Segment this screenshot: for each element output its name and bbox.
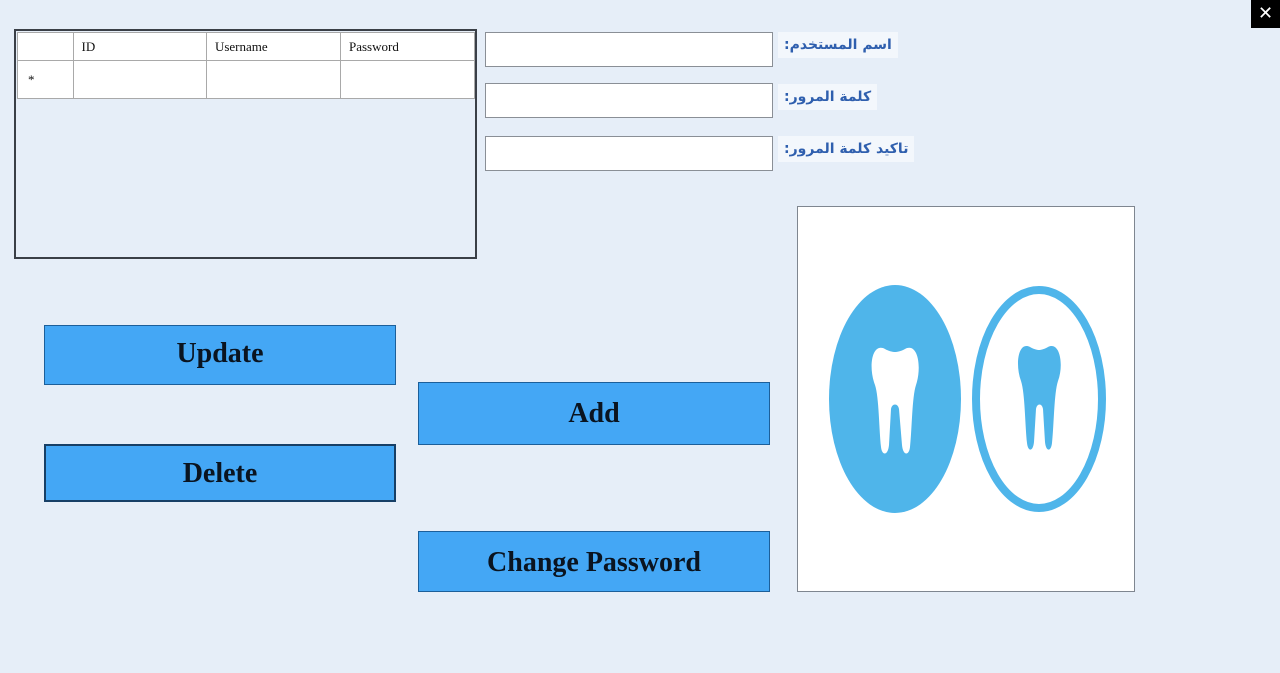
username-input[interactable] bbox=[485, 32, 773, 67]
row-header-column bbox=[17, 32, 74, 61]
delete-button[interactable]: Delete bbox=[44, 444, 396, 502]
confirm-password-label: تاكيد كلمة المرور: bbox=[778, 136, 915, 162]
column-header-username[interactable]: Username bbox=[205, 32, 341, 61]
username-label: اسم المستخدم: bbox=[778, 32, 898, 58]
confirm-password-input[interactable] bbox=[485, 136, 773, 171]
change-password-button[interactable]: Change Password bbox=[418, 531, 770, 592]
new-row-marker[interactable]: * bbox=[17, 60, 74, 99]
users-data-grid[interactable]: ID Username Password * bbox=[14, 29, 477, 259]
table-row-new[interactable]: * bbox=[17, 60, 476, 99]
update-button[interactable]: Update bbox=[44, 325, 396, 385]
cell-username[interactable] bbox=[205, 60, 341, 99]
password-input[interactable] bbox=[485, 83, 773, 118]
column-header-password[interactable]: Password bbox=[339, 32, 476, 61]
dental-tooth-icon bbox=[829, 285, 1106, 513]
cell-id[interactable] bbox=[72, 60, 207, 99]
add-button[interactable]: Add bbox=[418, 382, 770, 445]
table-header-row: ID Username Password bbox=[17, 32, 476, 61]
users-table: ID Username Password * bbox=[17, 32, 476, 99]
dental-logo-image bbox=[797, 206, 1135, 592]
column-header-id[interactable]: ID bbox=[72, 32, 207, 61]
password-label: كلمة المرور: bbox=[778, 84, 878, 110]
cell-password[interactable] bbox=[339, 60, 476, 99]
close-button[interactable]: ✕ bbox=[1251, 0, 1280, 28]
